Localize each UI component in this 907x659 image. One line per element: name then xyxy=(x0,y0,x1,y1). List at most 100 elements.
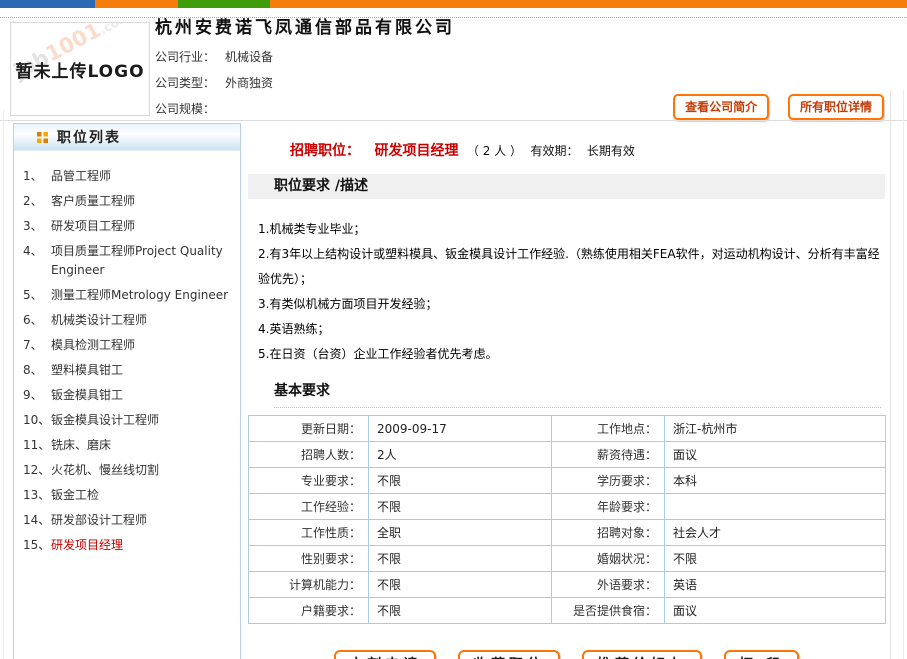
table-row: 工作经验： 不限 年龄要求： xyxy=(249,494,886,520)
work-experience-value: 不限 xyxy=(369,494,552,520)
company-info-fields: 公司行业：机械设备 公司类型：外商独资 公司规模： xyxy=(155,44,273,122)
company-type-value: 外商独资 xyxy=(225,76,273,90)
topbar-blue-segment xyxy=(0,0,95,8)
table-row: 户籍要求： 不限 是否提供食宿： 面议 xyxy=(249,598,886,624)
foreign-language-label: 外语要求： xyxy=(552,572,665,598)
sidebar-item-job-15-current[interactable]: 15、 研发项目经理 xyxy=(14,533,240,558)
work-experience-label: 工作经验： xyxy=(249,494,369,520)
headcount-label: 招聘人数： xyxy=(249,442,369,468)
job-item-number: 9、 xyxy=(14,386,51,405)
sidebar-item-job-3[interactable]: 3、 研发项目工程师 xyxy=(14,214,240,239)
header-divider xyxy=(0,120,907,121)
section-title-requirements-description: 职位要求 /描述 xyxy=(248,174,885,199)
job-item-number: 10、 xyxy=(14,411,51,430)
job-detail-main: 招聘职位： 研发项目经理 （ 2 人 ） 有效期： 长期有效 职位要求 /描述 … xyxy=(248,123,885,659)
sidebar-item-job-2[interactable]: 2、 客户质量工程师 xyxy=(14,189,240,214)
job-nature-label: 工作性质： xyxy=(249,520,369,546)
job-description: 1.机械类专业毕业； 2.有3年以上结构设计或塑料模具、钣金模具设计工作经验.（… xyxy=(258,217,880,367)
job-item-number: 11、 xyxy=(14,436,51,455)
job-title-line: 招聘职位： 研发项目经理 （ 2 人 ） 有效期： 长期有效 xyxy=(290,140,885,160)
no-logo-label: 暂未上传LOGO xyxy=(11,23,149,115)
company-industry-label: 公司行业： xyxy=(155,50,215,64)
description-line: 5.在日资（台资）企业工作经验者优先考虑。 xyxy=(258,342,880,367)
company-type-label: 公司类型： xyxy=(155,76,215,90)
sidebar-item-job-14[interactable]: 14、 研发部设计工程师 xyxy=(14,508,240,533)
sidebar-item-job-1[interactable]: 1、 品管工程师 xyxy=(14,164,240,189)
recommend-to-friend-button[interactable]: 推荐给好友 xyxy=(582,650,702,659)
job-detail-page: job1001.com 暂未上传LOGO 杭州安费诺飞凤通信部品有限公司 公司行… xyxy=(0,0,907,659)
major-requirement-label: 专业要求： xyxy=(249,468,369,494)
education-requirement-value: 本科 xyxy=(665,468,886,494)
job-list: 1、 品管工程师 2、 客户质量工程师 3、 研发项目工程师 4、 项目质量工程… xyxy=(14,164,240,558)
job-item-number: 2、 xyxy=(14,192,51,211)
right-edge-line-outer xyxy=(903,90,904,659)
sidebar-item-job-10[interactable]: 10、 钣金模具设计工程师 xyxy=(14,408,240,433)
job-item-label: 钣金模具设计工程师 xyxy=(51,411,240,430)
save-job-button[interactable]: 收藏职位 xyxy=(458,650,560,659)
table-row: 工作性质： 全职 招聘对象： 社会人才 xyxy=(249,520,886,546)
description-line: 3.有类似机械方面项目开发经验； xyxy=(258,292,880,317)
job-item-label: 塑料模具钳工 xyxy=(51,361,240,380)
job-item-label: 项目质量工程师Project Quality Engineer xyxy=(51,242,240,280)
recruit-target-label: 招聘对象： xyxy=(552,520,665,546)
right-edge-line xyxy=(890,90,891,659)
recruiting-position-label: 招聘职位： xyxy=(290,143,360,159)
update-date-value: 2009-09-17 xyxy=(369,416,552,442)
topbar-orange-long-segment xyxy=(270,0,907,8)
sidebar-item-job-13[interactable]: 13、 钣金工检 xyxy=(14,483,240,508)
basic-requirements-table: 更新日期： 2009-09-17 工作地点： 浙江-杭州市 招聘人数： 2人 薪… xyxy=(248,415,886,624)
job-item-number: 1、 xyxy=(14,167,51,186)
sidebar-item-job-4[interactable]: 4、 项目质量工程师Project Quality Engineer xyxy=(14,239,240,283)
computer-skill-value: 不限 xyxy=(369,572,552,598)
job-item-number: 13、 xyxy=(14,486,51,505)
job-item-number: 3、 xyxy=(14,217,51,236)
job-item-label: 模具检测工程师 xyxy=(51,336,240,355)
validity-value: 长期有效 xyxy=(587,144,635,158)
job-list-panel: 职位列表 1、 品管工程师 2、 客户质量工程师 3、 研发项目工程师 4、 项… xyxy=(13,123,241,659)
all-jobs-detail-button[interactable]: 所有职位详情 xyxy=(788,94,884,120)
job-item-label: 铣床、磨床 xyxy=(51,436,240,455)
sidebar-item-job-9[interactable]: 9、 钣金模具钳工 xyxy=(14,383,240,408)
table-row: 性别要求： 不限 婚姻状况： 不限 xyxy=(249,546,886,572)
age-requirement-label: 年龄要求： xyxy=(552,494,665,520)
job-item-number: 14、 xyxy=(14,511,51,530)
company-industry-row: 公司行业：机械设备 xyxy=(155,44,273,70)
table-row: 更新日期： 2009-09-17 工作地点： 浙江-杭州市 xyxy=(249,416,886,442)
job-item-label: 钣金模具钳工 xyxy=(51,386,240,405)
job-item-number: 5、 xyxy=(14,286,51,305)
gender-requirement-value: 不限 xyxy=(369,546,552,572)
major-requirement-value: 不限 xyxy=(369,468,552,494)
board-lodging-value: 面议 xyxy=(665,598,886,624)
job-title: 研发项目经理 xyxy=(374,143,458,159)
job-item-label: 客户质量工程师 xyxy=(51,192,240,211)
job-item-number: 8、 xyxy=(14,361,51,380)
marital-status-label: 婚姻状况： xyxy=(552,546,665,572)
company-type-row: 公司类型： 外商独资 xyxy=(155,70,273,96)
sidebar-item-job-5[interactable]: 5、 测量工程师Metrology Engineer xyxy=(14,283,240,308)
sidebar-item-job-11[interactable]: 11、 铣床、磨床 xyxy=(14,433,240,458)
sidebar-item-job-6[interactable]: 6、 机械类设计工程师 xyxy=(14,308,240,333)
gender-requirement-label: 性别要求： xyxy=(249,546,369,572)
section-title-basic-requirements: 基本要求 xyxy=(274,380,881,408)
validity-label: 有效期： xyxy=(530,144,578,158)
table-row: 专业要求： 不限 学历要求： 本科 xyxy=(249,468,886,494)
marital-status-value: 不限 xyxy=(665,546,886,572)
job-item-label: 研发部设计工程师 xyxy=(51,511,240,530)
job-item-number: 12、 xyxy=(14,461,51,480)
table-row: 计算机能力： 不限 外语要求： 英语 xyxy=(249,572,886,598)
apply-now-button[interactable]: 立刻申请 xyxy=(334,650,436,659)
sidebar-item-job-8[interactable]: 8、 塑料模具钳工 xyxy=(14,358,240,383)
job-item-label: 品管工程师 xyxy=(51,167,240,186)
job-nature-value: 全职 xyxy=(369,520,552,546)
sidebar-item-job-7[interactable]: 7、 模具检测工程师 xyxy=(14,333,240,358)
job-item-label: 钣金工检 xyxy=(51,486,240,505)
description-line: 2.有3年以上结构设计或塑料模具、钣金模具设计工作经验.（熟练使用相关FEA软件… xyxy=(258,242,880,292)
update-date-label: 更新日期： xyxy=(249,416,369,442)
salary-label: 薪资待遇： xyxy=(552,442,665,468)
foreign-language-value: 英语 xyxy=(665,572,886,598)
print-button[interactable]: 打 印 xyxy=(724,650,799,659)
sidebar-item-job-12[interactable]: 12、 火花机、慢丝线切割 xyxy=(14,458,240,483)
view-company-profile-button[interactable]: 查看公司简介 xyxy=(673,94,769,120)
company-logo-placeholder: job1001.com 暂未上传LOGO xyxy=(10,22,150,116)
job-action-buttons: 立刻申请 收藏职位 推荐给好友 打 印 xyxy=(248,650,885,659)
